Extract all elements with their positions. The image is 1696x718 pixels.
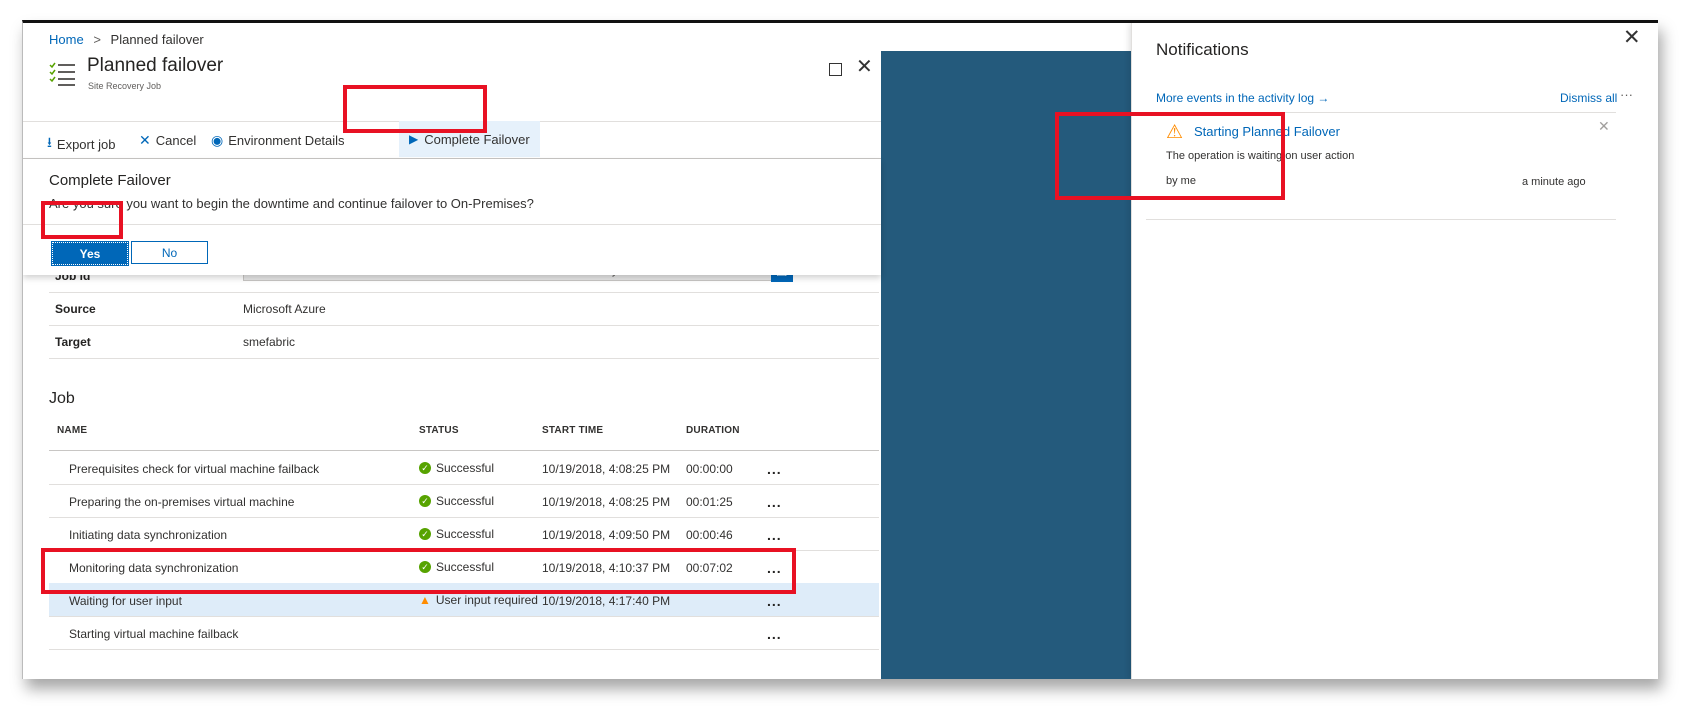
- row-more-icon[interactable]: ...: [767, 527, 782, 543]
- step-start-time: 10/19/2018, 4:09:50 PM: [542, 528, 671, 542]
- environment-details-button[interactable]: ◉ Environment Details: [211, 132, 345, 149]
- dismiss-notification-icon[interactable]: ✕: [1598, 118, 1610, 135]
- step-duration: 00:01:25: [686, 495, 733, 509]
- step-start-time: 10/19/2018, 4:08:25 PM: [542, 495, 671, 509]
- row-more-icon[interactable]: ...: [767, 560, 782, 576]
- job-section-heading: Job: [49, 390, 75, 407]
- warning-icon: ▲: [419, 593, 431, 607]
- export-job-button[interactable]: ⭳ Export job: [47, 132, 115, 156]
- breadcrumb-separator: >: [93, 32, 101, 47]
- portal-frame: Home > Planned failover Planned failover…: [22, 20, 1658, 679]
- step-status: ✓ Successful: [419, 461, 494, 475]
- property-row-target: Target smefabric: [49, 325, 879, 359]
- breadcrumb-home-link[interactable]: Home: [49, 32, 84, 47]
- yes-button[interactable]: Yes: [51, 241, 129, 266]
- row-more-icon[interactable]: ...: [767, 461, 782, 477]
- close-icon[interactable]: ✕: [856, 57, 873, 77]
- step-name: Prerequisites check for virtual machine …: [69, 462, 320, 476]
- table-row[interactable]: Preparing the on-premises virtual machin…: [49, 484, 879, 518]
- step-status-text: Successful: [436, 461, 495, 475]
- globe-icon: ◉: [211, 132, 224, 148]
- divider: [23, 224, 881, 225]
- cancel-label: Cancel: [155, 133, 197, 148]
- warning-icon: ⚠: [1166, 122, 1184, 143]
- column-header-start-time: START TIME: [542, 425, 604, 436]
- complete-failover-label: Complete Failover: [424, 131, 530, 147]
- notification-card[interactable]: ⚠ Starting Planned Failover The operatio…: [1146, 113, 1616, 220]
- teal-top-spacer: [881, 23, 1131, 51]
- cancel-x-icon: ✕: [139, 132, 151, 148]
- notification-message: The operation is waiting on user action: [1166, 150, 1355, 162]
- cancel-button[interactable]: ✕ Cancel: [139, 132, 196, 149]
- confirmation-message: Are you sure you want to begin the downt…: [49, 196, 534, 211]
- planned-failover-blade: Planned failover Site Recovery Job ✕ ⭳ E…: [23, 51, 881, 679]
- blade-subtitle: Site Recovery Job: [88, 81, 162, 91]
- play-icon: ▶: [409, 132, 419, 146]
- step-status-text: Successful: [436, 494, 495, 508]
- step-name: Starting virtual machine failback: [69, 627, 239, 641]
- environment-details-label: Environment Details: [228, 133, 345, 148]
- step-name: Preparing the on-premises virtual machin…: [69, 495, 295, 509]
- target-label: Target: [55, 335, 91, 349]
- step-start-time: 10/19/2018, 4:08:25 PM: [542, 462, 671, 476]
- step-status-text: Successful: [436, 560, 495, 574]
- step-duration: 00:00:46: [686, 528, 733, 542]
- step-status: ✓ Successful: [419, 494, 494, 508]
- no-button[interactable]: No: [131, 241, 208, 264]
- export-job-label: Export job: [56, 136, 116, 152]
- more-options-icon[interactable]: ···: [1620, 87, 1633, 102]
- step-name: Monitoring data synchronization: [69, 561, 239, 575]
- column-header-name: NAME: [57, 425, 88, 436]
- blade-title: Planned failover: [87, 55, 224, 76]
- source-label: Source: [55, 302, 96, 316]
- step-duration: 00:07:02: [686, 561, 733, 575]
- activity-log-link[interactable]: More events in the activity log →: [1156, 91, 1329, 105]
- row-more-icon[interactable]: ...: [767, 593, 782, 609]
- notification-time: a minute ago: [1522, 176, 1586, 188]
- success-check-icon: ✓: [419, 495, 431, 507]
- property-row-source: Source Microsoft Azure: [49, 292, 879, 326]
- background-panel: [881, 51, 1131, 679]
- success-check-icon: ✓: [419, 462, 431, 474]
- confirmation-title: Complete Failover: [49, 172, 171, 189]
- success-check-icon: ✓: [419, 528, 431, 540]
- step-status: ✓ Successful: [419, 527, 494, 541]
- confirmation-panel: Complete Failover Are you sure you want …: [23, 159, 881, 275]
- dismiss-all-button[interactable]: Dismiss all: [1560, 91, 1617, 105]
- step-status: ✓ Successful: [419, 560, 494, 574]
- table-row[interactable]: Initiating data synchronization ✓ Success…: [49, 517, 879, 551]
- step-status-text: Successful: [436, 527, 495, 541]
- blade-toolbar: ⭳ Export job ✕ Cancel ◉ Environment Deta…: [23, 121, 881, 159]
- table-row[interactable]: Prerequisites check for virtual machine …: [49, 451, 879, 485]
- complete-failover-button[interactable]: ▶ Complete Failover: [399, 121, 540, 157]
- notifications-pane: Notifications ✕ More events in the activ…: [1131, 23, 1658, 679]
- maximize-icon[interactable]: [829, 63, 842, 76]
- step-status-text: User input required: [435, 593, 538, 607]
- column-header-status: STATUS: [419, 425, 459, 436]
- breadcrumb: Home > Planned failover: [49, 32, 204, 47]
- step-duration: 00:00:00: [686, 462, 733, 476]
- notification-title[interactable]: Starting Planned Failover: [1194, 124, 1340, 139]
- table-row[interactable]: Monitoring data synchronization ✓ Success…: [49, 550, 879, 584]
- table-row[interactable]: Starting virtual machine failback ...: [49, 616, 879, 650]
- step-status: ▲ User input required: [419, 593, 538, 607]
- success-check-icon: ✓: [419, 561, 431, 573]
- download-icon: ⭳: [47, 134, 52, 150]
- column-header-duration: DURATION: [686, 425, 740, 436]
- blade-header: Planned failover Site Recovery Job ✕: [23, 51, 881, 95]
- notifications-title: Notifications: [1156, 40, 1249, 59]
- row-more-icon[interactable]: ...: [767, 626, 782, 642]
- step-start-time: 10/19/2018, 4:10:37 PM: [542, 561, 671, 575]
- notification-author: by me: [1166, 175, 1196, 187]
- breadcrumb-current: Planned failover: [110, 32, 204, 47]
- step-name: Initiating data synchronization: [69, 528, 228, 542]
- target-value: smefabric: [243, 335, 296, 349]
- source-value: Microsoft Azure: [243, 302, 326, 316]
- row-more-icon[interactable]: ...: [767, 494, 782, 510]
- close-icon[interactable]: ✕: [1623, 25, 1641, 50]
- step-name: Waiting for user input: [69, 594, 182, 608]
- step-start-time: 10/19/2018, 4:17:40 PM: [542, 594, 671, 608]
- table-row-selected[interactable]: Waiting for user input ▲ User input requi…: [49, 583, 879, 617]
- job-list-icon: [49, 62, 75, 86]
